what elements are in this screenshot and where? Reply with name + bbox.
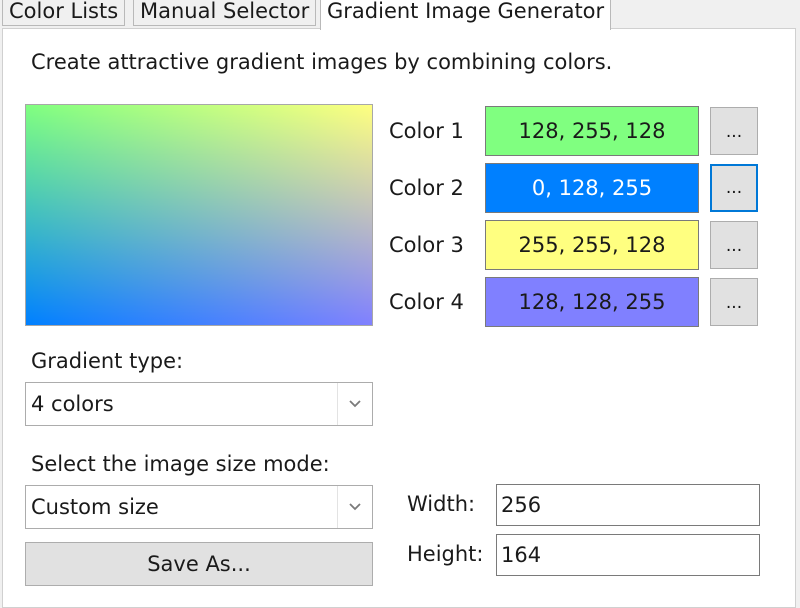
chevron-down-icon: [337, 383, 372, 425]
color-3-label: Color 3: [389, 233, 464, 257]
color-4-swatch: 128, 128, 255: [485, 277, 699, 327]
description-text: Create attractive gradient images by com…: [31, 50, 613, 74]
height-input[interactable]: 164: [496, 534, 760, 576]
color-2-label: Color 2: [389, 176, 464, 200]
gradient-type-select[interactable]: 4 colors: [25, 382, 373, 426]
tab-manual-selector[interactable]: Manual Selector: [133, 0, 317, 26]
width-label: Width:: [407, 492, 476, 516]
color-1-label: Color 1: [389, 119, 464, 143]
color-2-picker-button[interactable]: ...: [710, 164, 758, 212]
tab-gradient-image-generator[interactable]: Gradient Image Generator: [320, 0, 612, 30]
save-as-button[interactable]: Save As...: [25, 542, 373, 586]
size-mode-value: Custom size: [31, 495, 159, 519]
color-2-swatch: 0, 128, 255: [485, 163, 699, 213]
color-4-picker-button[interactable]: ...: [710, 278, 758, 326]
width-input[interactable]: 256: [496, 484, 760, 526]
gradient-type-value: 4 colors: [31, 392, 114, 416]
gradient-type-label: Gradient type:: [31, 349, 184, 373]
gradient-preview: [25, 104, 373, 326]
color-4-label: Color 4: [389, 290, 464, 314]
size-mode-select[interactable]: Custom size: [25, 485, 373, 529]
tab-strip: Color Lists Manual Selector Gradient Ima…: [0, 0, 800, 30]
color-1-swatch: 128, 255, 128: [485, 106, 699, 156]
size-mode-label: Select the image size mode:: [31, 452, 330, 476]
color-1-picker-button[interactable]: ...: [710, 107, 758, 155]
chevron-down-icon: [337, 486, 372, 528]
color-3-swatch: 255, 255, 128: [485, 220, 699, 270]
tab-color-lists[interactable]: Color Lists: [2, 0, 126, 26]
height-label: Height:: [407, 542, 484, 566]
color-3-picker-button[interactable]: ...: [710, 221, 758, 269]
